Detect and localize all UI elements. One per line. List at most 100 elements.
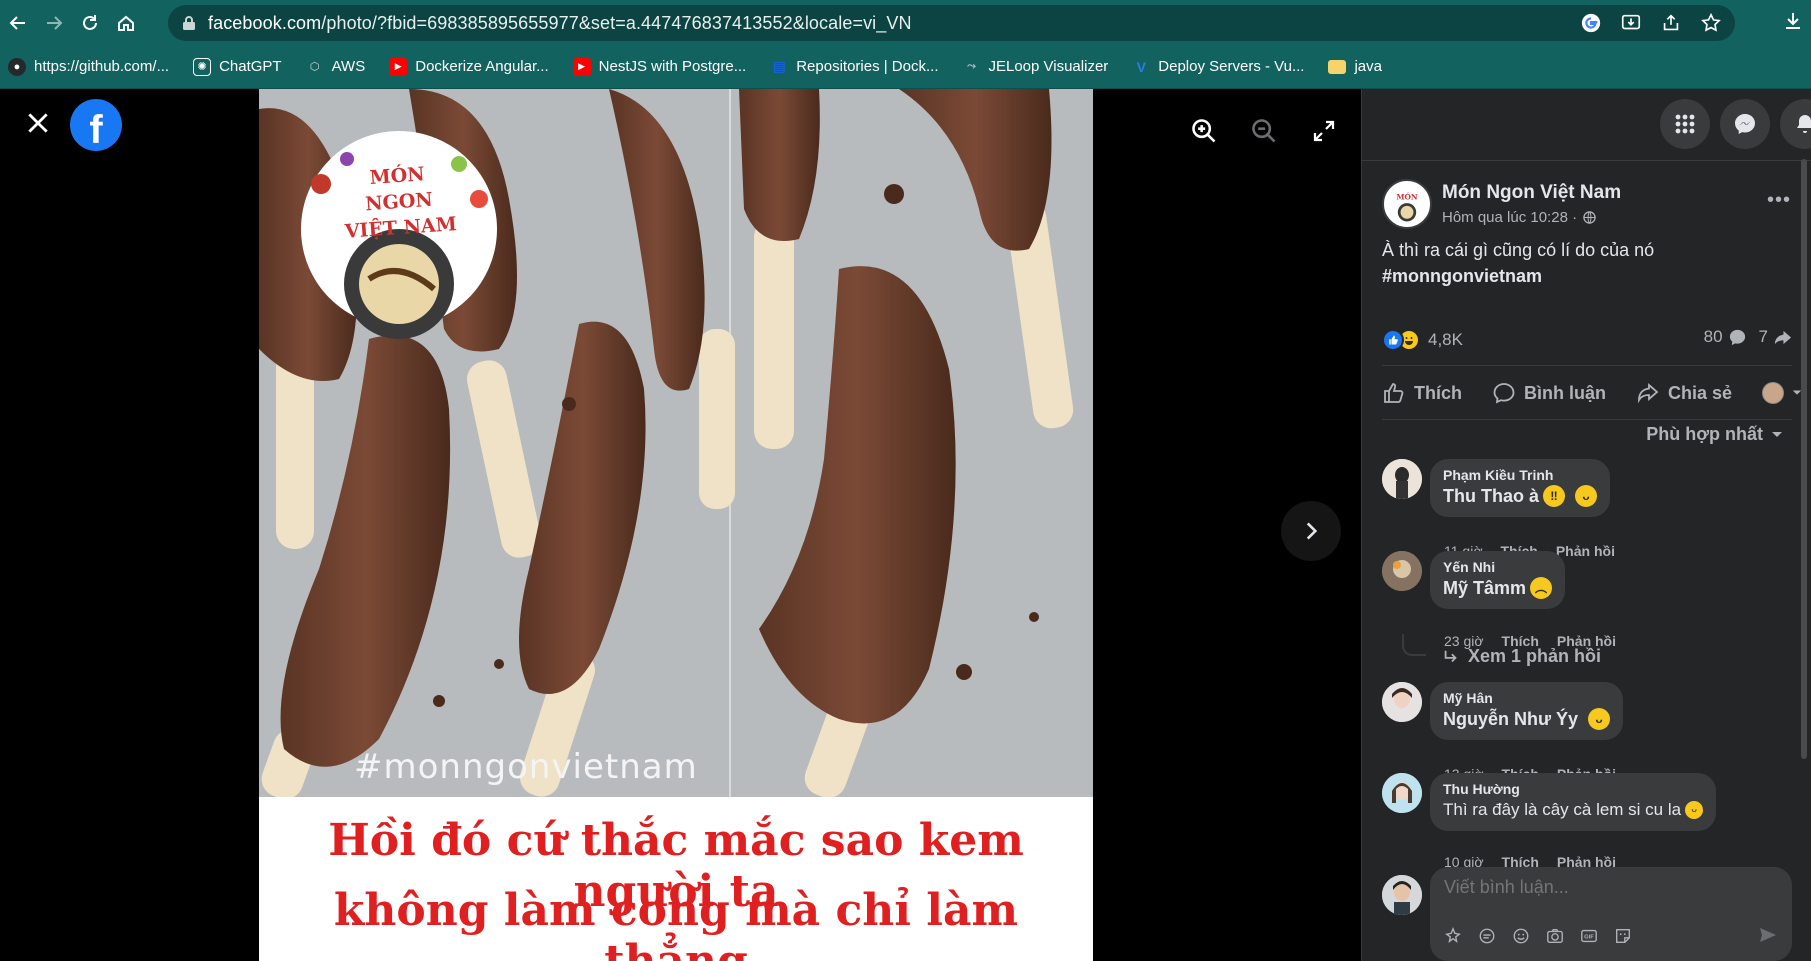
bookmark-aws[interactable]: ⬡ AWS bbox=[306, 58, 365, 76]
emoji-icon[interactable] bbox=[1510, 925, 1532, 947]
photo-viewer: f MÓN NGON VIỆT NAM #monngonvietnam Hồi … bbox=[0, 89, 1361, 961]
bookmark-dockerize[interactable]: ▶ Dockerize Angular... bbox=[389, 57, 549, 76]
comment-bubble: Phạm Kiều Trinh Thu Thao à ‼ ᴗ bbox=[1430, 459, 1610, 517]
bookmark-chatgpt[interactable]: ✺ ChatGPT bbox=[193, 57, 282, 76]
thumbs-up-icon bbox=[1384, 383, 1404, 403]
comment-author[interactable]: Phạm Kiều Trinh bbox=[1443, 466, 1597, 484]
bookmark-nestjs[interactable]: ▶ NestJS with Postgre... bbox=[572, 57, 746, 76]
share-arrow-icon bbox=[1774, 330, 1792, 344]
page-avatar[interactable]: MÓN bbox=[1382, 179, 1432, 229]
gif-icon[interactable]: GIF bbox=[1578, 925, 1600, 947]
comment-composer: GIF bbox=[1382, 867, 1802, 961]
aws-cube-icon: ⬡ bbox=[309, 61, 320, 73]
close-icon[interactable] bbox=[22, 107, 54, 139]
comment-author[interactable]: Thu Hường bbox=[1443, 780, 1703, 798]
chevron-down-icon bbox=[1772, 431, 1782, 437]
downloads-icon[interactable] bbox=[1781, 9, 1805, 38]
composer-tools: GIF bbox=[1442, 925, 1634, 947]
page-name[interactable]: Món Ngon Việt Nam bbox=[1442, 182, 1621, 204]
notifications-button[interactable] bbox=[1780, 99, 1811, 149]
bookmark-folder-java[interactable]: java bbox=[1328, 58, 1382, 75]
share-icon bbox=[1638, 383, 1659, 404]
share-button[interactable]: Chia sẻ bbox=[1636, 381, 1732, 405]
bookmark-jeloop[interactable]: ⤳ JELoop Visualizer bbox=[962, 58, 1108, 76]
comment-reply-button[interactable]: Phản hồi bbox=[1556, 543, 1615, 559]
zoom-out-icon[interactable] bbox=[1246, 113, 1282, 149]
lock-icon bbox=[183, 16, 195, 30]
camera-icon[interactable] bbox=[1544, 925, 1566, 947]
panel-topbar bbox=[1362, 89, 1811, 161]
install-app-icon[interactable] bbox=[1619, 11, 1643, 35]
reload-icon[interactable] bbox=[72, 5, 108, 41]
google-icon[interactable] bbox=[1579, 11, 1603, 35]
comment-count[interactable]: 80 bbox=[1704, 327, 1747, 347]
send-comment-icon[interactable] bbox=[1758, 925, 1778, 950]
menu-button[interactable] bbox=[1660, 99, 1710, 149]
laughing-tears-emoji-icon: ᴗ bbox=[1685, 801, 1704, 819]
github-icon: ● bbox=[8, 57, 26, 76]
reply-thread-line bbox=[1402, 634, 1426, 656]
address-bar[interactable]: facebook.com/photo/?fbid=698385895655977… bbox=[168, 5, 1735, 41]
commenter-avatar[interactable] bbox=[1382, 459, 1422, 499]
next-photo-button[interactable] bbox=[1281, 501, 1341, 561]
home-icon[interactable] bbox=[108, 5, 144, 41]
share-count[interactable]: 7 bbox=[1759, 327, 1792, 347]
reactions-summary[interactable]: 4,8K 80 7 bbox=[1382, 325, 1792, 355]
commenter-avatar[interactable] bbox=[1382, 551, 1422, 591]
comment-sort-dropdown[interactable]: Phù hợp nhất bbox=[1646, 424, 1783, 445]
grinning-tongue-emoji-icon: ᴗ bbox=[1588, 708, 1611, 730]
user-avatar-small bbox=[1761, 382, 1784, 404]
messenger-button[interactable] bbox=[1720, 99, 1770, 149]
comment-button[interactable]: Bình luận bbox=[1492, 381, 1606, 405]
current-user-avatar[interactable] bbox=[1382, 875, 1422, 915]
bookmarks-bar: ● https://github.com/... ✺ ChatGPT ⬡ AWS… bbox=[0, 45, 1811, 89]
commenter-avatar[interactable] bbox=[1382, 773, 1422, 813]
comment-input-box[interactable]: GIF bbox=[1430, 867, 1792, 961]
fullscreen-icon[interactable] bbox=[1306, 113, 1342, 149]
forward-icon[interactable] bbox=[36, 5, 72, 41]
flushed-emoji-icon: ‼ bbox=[1543, 485, 1565, 507]
bookmark-docker-repos[interactable]: ▤ Repositories | Dock... bbox=[770, 58, 939, 76]
share-icon[interactable] bbox=[1659, 11, 1683, 35]
sticker-icon[interactable] bbox=[1612, 925, 1634, 947]
commenter-avatar[interactable] bbox=[1382, 682, 1422, 722]
view-replies-link[interactable]: Xem 1 phản hồi bbox=[1442, 646, 1601, 667]
comment-as-selector[interactable] bbox=[1761, 382, 1802, 404]
bookmark-vultr[interactable]: V Deploy Servers - Vu... bbox=[1132, 58, 1305, 76]
youtube-icon: ▶ bbox=[572, 57, 591, 76]
comment-input[interactable] bbox=[1444, 877, 1744, 898]
like-button[interactable]: Thích bbox=[1382, 381, 1462, 405]
svg-text:MÓN: MÓN bbox=[1396, 192, 1418, 201]
comment-icon bbox=[1493, 383, 1515, 404]
comment-author[interactable]: Mỹ Hân bbox=[1443, 689, 1610, 707]
browser-toolbar: facebook.com/photo/?fbid=698385895655977… bbox=[0, 0, 1811, 45]
zoom-in-icon[interactable] bbox=[1186, 113, 1222, 149]
grid-menu-icon bbox=[1675, 114, 1695, 134]
like-reaction-icon bbox=[1382, 329, 1404, 351]
post-hashtag[interactable]: #monngonvietnam bbox=[1382, 263, 1654, 289]
docker-icon: ▤ bbox=[772, 58, 786, 74]
messenger-icon bbox=[1735, 114, 1755, 134]
facebook-logo-icon[interactable]: f bbox=[70, 99, 122, 152]
address-url[interactable]: facebook.com/photo/?fbid=698385895655977… bbox=[208, 13, 912, 34]
comment-author[interactable]: Yến Nhi bbox=[1443, 558, 1552, 576]
back-icon[interactable] bbox=[0, 5, 36, 41]
avatar-sticker-icon[interactable] bbox=[1442, 925, 1464, 947]
post-more-options-icon[interactable]: ••• bbox=[1767, 189, 1791, 212]
reaction-count: 4,8K bbox=[1428, 330, 1463, 349]
comment-text: Mỹ Tâmm ︵ bbox=[1443, 576, 1553, 600]
post-side-panel: MÓN Món Ngon Việt Nam Hôm qua lúc 10:28 … bbox=[1361, 89, 1811, 961]
emoji-chat-icon[interactable] bbox=[1476, 925, 1498, 947]
post-text: À thì ra cái gì cũng có lí do của nó bbox=[1382, 240, 1655, 260]
bookmark-github[interactable]: ● https://github.com/... bbox=[8, 57, 169, 76]
divider bbox=[1382, 365, 1792, 366]
post-actions: Thích Bình luận Chia sẻ bbox=[1382, 369, 1802, 417]
comment-bubble: Yến Nhi Mỹ Tâmm ︵ bbox=[1430, 551, 1566, 609]
post-timestamp[interactable]: Hôm qua lúc 10:28 · bbox=[1442, 209, 1596, 226]
comment-text: Thì ra đây là cây cà lem si cu la ᴗ bbox=[1443, 798, 1704, 822]
photo-logo-text: MÓN NGON VIỆT NAM bbox=[344, 163, 458, 243]
comment-bubble-icon bbox=[1729, 329, 1745, 345]
panel-scrollbar[interactable] bbox=[1801, 159, 1807, 759]
bookmark-star-icon[interactable] bbox=[1699, 11, 1723, 35]
post-photo[interactable]: MÓN NGON VIỆT NAM #monngonvietnam Hồi đó… bbox=[259, 89, 1093, 961]
